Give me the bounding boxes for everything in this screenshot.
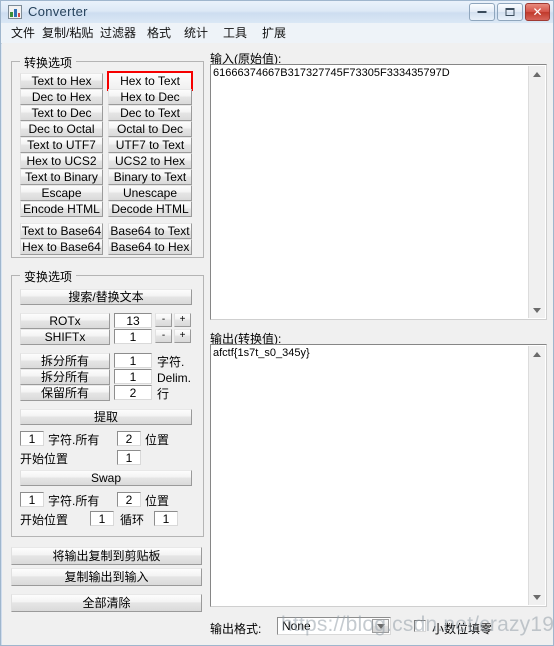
split-delim-input[interactable]: 1 [114,369,152,384]
button-base64-to-hex[interactable]: Base64 to Hex [108,239,192,255]
button-swap[interactable]: Swap [20,470,192,486]
input-scroll-down-icon[interactable] [529,302,545,318]
swap-chars-input[interactable]: 1 [20,492,44,507]
button-hex-to-dec[interactable]: Hex to Dec [108,89,192,105]
menu-item-copy[interactable]: 复制/粘贴 [38,25,97,41]
swap-start-label: 开始位置 [20,513,69,527]
convert-options-label: 转换选项 [20,54,77,71]
shiftx-increment-button[interactable]: + [174,329,191,343]
button-octal-to-dec[interactable]: Octal to Dec [108,121,192,137]
button-base64-to-text[interactable]: Base64 to Text [108,223,192,239]
decimal-pad-zero-label: 小数位填零 [432,622,493,636]
input-textarea[interactable]: 61666374667B317327745F73305F333435797D [210,64,547,320]
extract-positions-input[interactable]: 2 [117,431,141,446]
button-text-to-hex[interactable]: Text to Hex [20,73,103,89]
button-text-to-base64[interactable]: Text to Base64 [20,223,103,239]
menu-item-tools[interactable]: 工具 [219,25,251,41]
button-split-all-chars[interactable]: 拆分所有 [20,353,110,369]
output-scroll-up-icon[interactable] [529,346,545,362]
button-utf7-to-text[interactable]: UTF7 to Text [108,137,192,153]
title-bar: Converter ✕ [1,1,553,24]
button-dec-to-text[interactable]: Dec to Text [108,105,192,121]
button-dec-to-hex[interactable]: Dec to Hex [20,89,103,105]
maximize-button[interactable] [497,3,523,21]
button-ucs2-to-hex[interactable]: UCS2 to Hex [108,153,192,169]
button-extract[interactable]: 提取 [20,409,192,425]
extract-chars-label: 字符.所有 [48,433,100,447]
output-textarea-content: afctf{1s7t_s0_345y} [213,347,310,359]
button-hex-to-text[interactable]: Hex to Text [107,71,193,91]
extract-positions-label: 位置 [145,433,170,447]
swap-loop-input[interactable]: 1 [154,511,178,526]
output-scrollbar[interactable] [528,346,545,605]
rotx-decrement-button[interactable]: - [155,313,172,327]
output-format-select[interactable]: None [277,617,391,635]
button-unescape[interactable]: Unescape [108,185,192,201]
client-area: 转换选项 Text to Hex Dec to Hex Text to Dec … [2,43,553,645]
shiftx-value-input[interactable]: 1 [114,329,152,344]
swap-positions-input[interactable]: 2 [117,492,141,507]
input-scroll-up-icon[interactable] [529,66,545,82]
button-clear-all[interactable]: 全部清除 [11,594,202,612]
input-scrollbar[interactable] [528,66,545,318]
shiftx-decrement-button[interactable]: - [155,329,172,343]
extract-start-input[interactable]: 1 [117,450,141,465]
button-rotx[interactable]: ROTx [20,313,110,329]
button-text-to-utf7[interactable]: Text to UTF7 [20,137,103,153]
button-escape[interactable]: Escape [20,185,103,201]
split-chars-unit-label: 字符. [157,355,185,369]
button-text-to-dec[interactable]: Text to Dec [20,105,103,121]
window-title: Converter [28,4,88,19]
input-textarea-content: 61666374667B317327745F73305F333435797D [213,67,528,80]
chevron-down-icon[interactable] [372,619,389,633]
extract-start-label: 开始位置 [20,452,69,466]
keep-lines-unit-label: 行 [157,387,170,401]
button-copy-output-to-input[interactable]: 复制输出到输入 [11,568,202,586]
rotx-increment-button[interactable]: + [174,313,191,327]
menu-item-file[interactable]: 文件 [7,25,39,41]
button-copy-output-to-clipboard[interactable]: 将输出复制到剪贴板 [11,547,202,565]
keep-lines-input[interactable]: 2 [114,385,152,400]
menu-item-stats[interactable]: 统计 [180,25,212,41]
button-search-replace[interactable]: 搜索/替换文本 [20,289,192,305]
output-format-label: 输出格式: [210,622,262,636]
button-text-to-binary[interactable]: Text to Binary [20,169,103,185]
close-button[interactable]: ✕ [525,3,550,21]
button-binary-to-text[interactable]: Binary to Text [108,169,192,185]
app-icon [8,5,22,19]
converter-window: Converter ✕ 文件 复制/粘贴 过滤器 格式 统计 工具 扩展 转换选… [0,0,554,646]
minimize-icon [477,11,487,13]
swap-start-input[interactable]: 1 [90,511,114,526]
output-textarea[interactable]: afctf{1s7t_s0_345y} [210,344,547,607]
extract-chars-input[interactable]: 1 [20,431,44,446]
output-scroll-down-icon[interactable] [529,589,545,605]
rotx-value-input[interactable]: 13 [114,313,152,328]
split-chars-input[interactable]: 1 [114,353,152,368]
button-dec-to-octal[interactable]: Dec to Octal [20,121,103,137]
swap-positions-label: 位置 [145,494,170,508]
menu-item-extend[interactable]: 扩展 [258,25,290,41]
menu-item-format[interactable]: 格式 [143,25,175,41]
menu-bar: 文件 复制/粘贴 过滤器 格式 统计 工具 扩展 [1,23,553,44]
close-icon: ✕ [532,5,543,19]
button-decode-html[interactable]: Decode HTML [108,201,192,217]
output-format-value: None [282,619,311,633]
input-selected-text: 61666374667B317327745F73305F333435797D [213,67,450,79]
split-delim-unit-label: Delim. [157,371,192,385]
button-split-all-delim[interactable]: 拆分所有 [20,369,110,385]
button-encode-html[interactable]: Encode HTML [20,201,103,217]
button-shiftx[interactable]: SHIFTx [20,329,110,345]
menu-item-filter[interactable]: 过滤器 [96,25,140,41]
decimal-pad-zero-checkbox[interactable] [414,620,426,632]
maximize-icon [505,8,515,16]
transform-options-label: 变换选项 [20,268,77,285]
minimize-button[interactable] [469,3,495,21]
button-hex-to-ucs2[interactable]: Hex to UCS2 [20,153,103,169]
button-hex-to-base64[interactable]: Hex to Base64 [20,239,103,255]
button-keep-all-lines[interactable]: 保留所有 [20,385,110,401]
swap-loop-label: 循环 [120,513,145,527]
swap-chars-label: 字符.所有 [48,494,100,508]
